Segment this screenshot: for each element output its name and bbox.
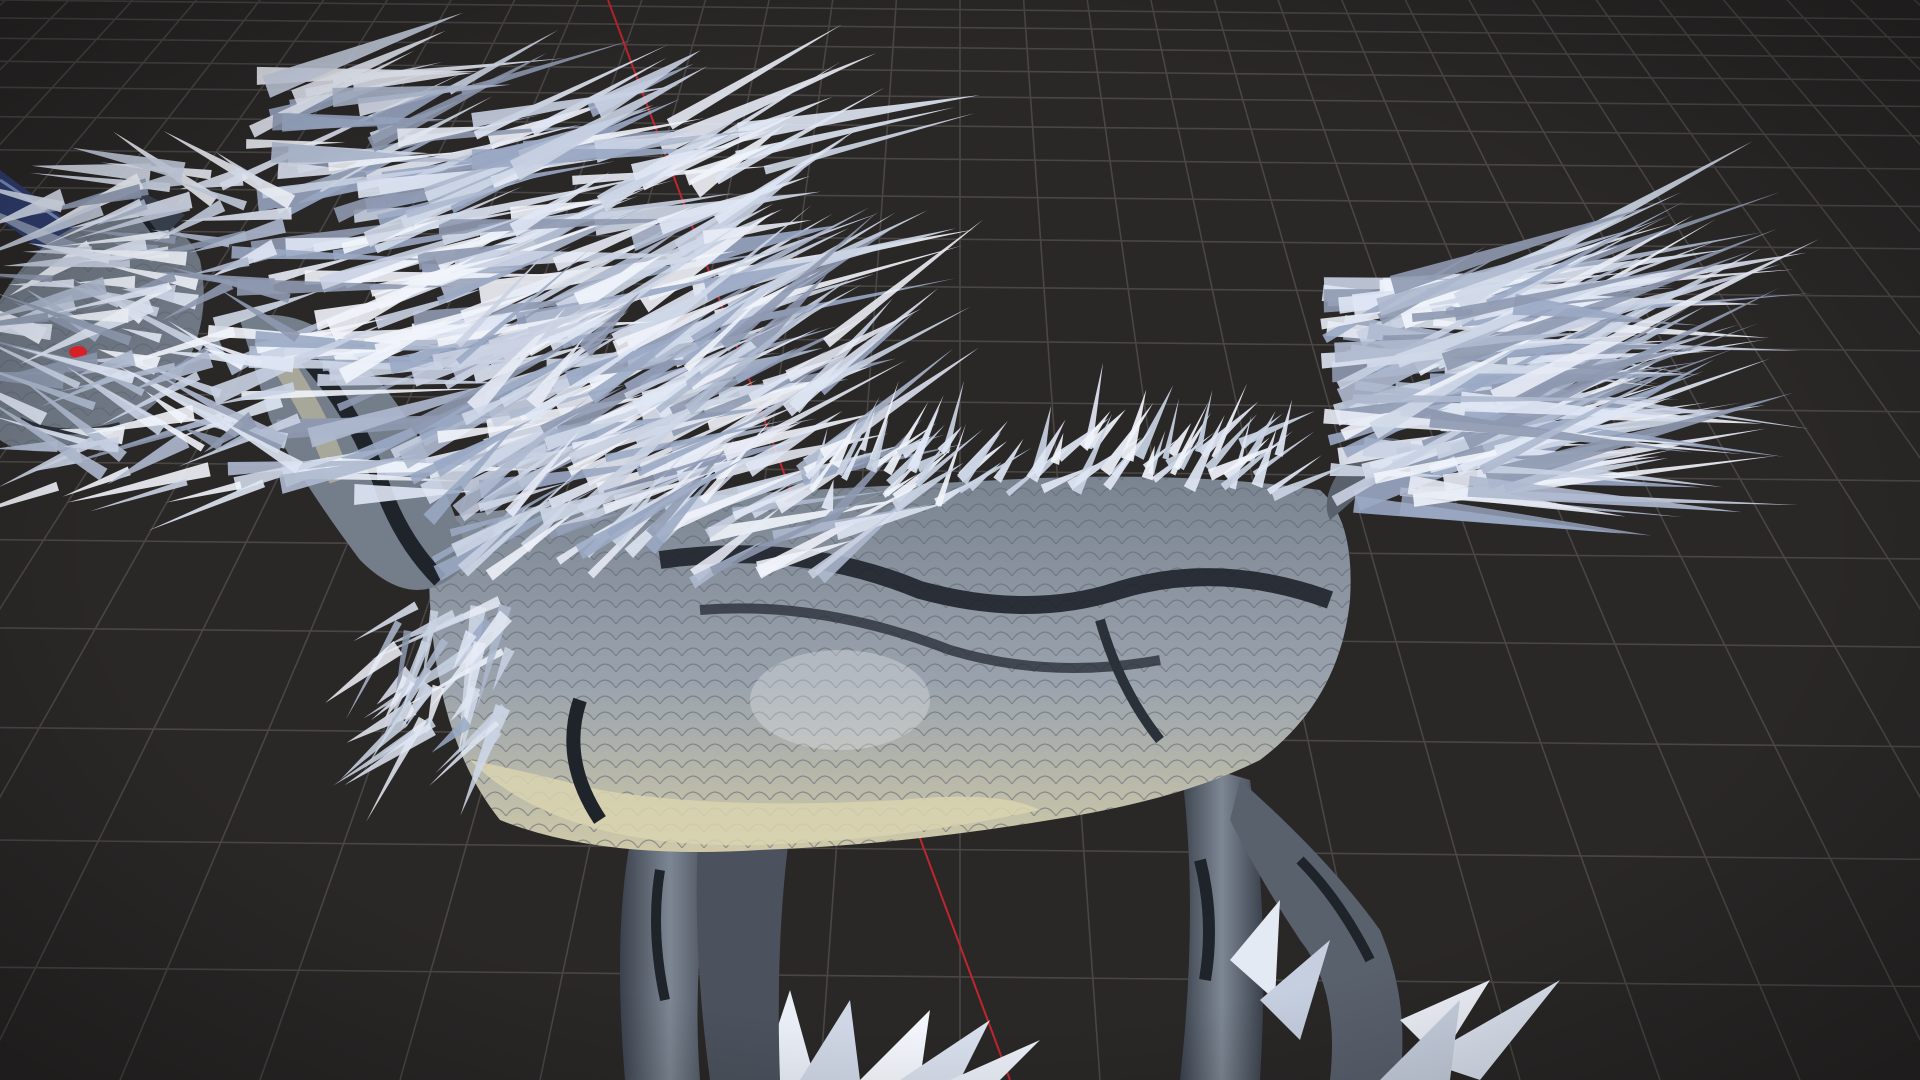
viewport-vignette (0, 0, 1920, 1080)
viewport-canvas[interactable] (0, 0, 1920, 1080)
3d-viewport[interactable] (0, 0, 1920, 1080)
